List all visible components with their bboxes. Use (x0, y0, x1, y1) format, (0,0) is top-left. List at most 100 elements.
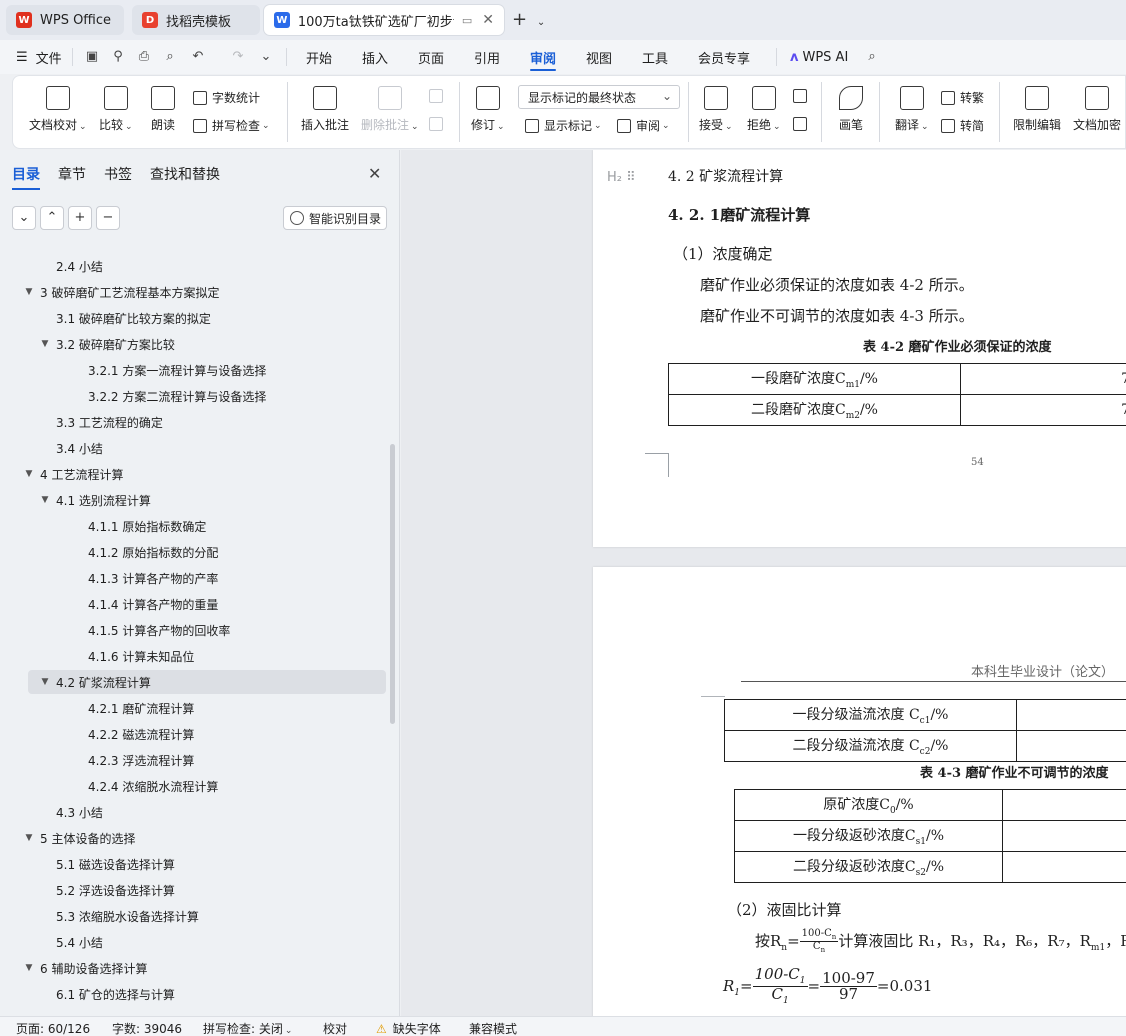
expand-triangle-icon[interactable]: ▼ (38, 339, 52, 349)
toc-item[interactable]: 4.2.2 磁选流程计算 (88, 722, 194, 746)
add-heading-button[interactable]: + (68, 206, 92, 230)
read-aloud-button[interactable]: 朗读 (151, 86, 175, 133)
new-tab-button[interactable]: + ⌄ (512, 9, 545, 30)
page-indicator[interactable]: 页面: 60/126 (16, 1020, 90, 1036)
print-icon[interactable]: ⎙ (136, 49, 152, 65)
toc-item[interactable]: 3.1 破碎磨矿比较方案的拟定 (56, 306, 211, 330)
review-pane-button[interactable]: 审阅 ⌄ (617, 117, 670, 134)
wps-ai-button[interactable]: ᴧ WPS AI (790, 40, 848, 74)
toc-item[interactable]: ▼ 6 辅助设备选择计算 (22, 956, 148, 980)
print-preview-icon[interactable]: ⌕ (162, 49, 178, 65)
toc-item[interactable]: ▼ 4.1 选别流程计算 (38, 488, 151, 512)
next-change-icon[interactable] (793, 117, 812, 131)
expand-triangle-icon[interactable]: ▼ (22, 833, 36, 843)
toc-item[interactable]: 4.1.3 计算各产物的产率 (88, 566, 218, 590)
expand-triangle-icon[interactable]: ▼ (38, 495, 52, 505)
tab-wps-office[interactable]: W WPS Office (6, 5, 124, 35)
show-markup-button[interactable]: 显示标记 ⌄ (525, 117, 602, 134)
word-count[interactable]: 字数: 39046 (112, 1020, 182, 1036)
toc-item[interactable]: 2.4 小结 (56, 254, 103, 278)
restrict-edit-button[interactable]: 限制编辑 (1013, 86, 1061, 133)
save-icon[interactable]: ▣ (84, 49, 100, 65)
tab-docer-templates[interactable]: D 找稻壳模板 (132, 5, 260, 35)
missing-font-status[interactable]: ⚠ 缺失字体 (376, 1020, 441, 1036)
toc-item[interactable]: ▼ 3 破碎磨矿工艺流程基本方案拟定 (22, 280, 220, 304)
menu-view[interactable]: 视图 (586, 40, 612, 74)
reject-button[interactable]: 拒绝 ⌄ (747, 86, 781, 133)
toc-item[interactable]: 3.2.2 方案二流程计算与设备选择 (88, 384, 266, 408)
toc-item[interactable]: 4.1.1 原始指标数确定 (88, 514, 206, 538)
accept-button[interactable]: 接受 ⌄ (699, 86, 733, 133)
toc-item[interactable]: 3.2.1 方案一流程计算与设备选择 (88, 358, 266, 382)
undo-icon[interactable]: ↶ (190, 49, 206, 65)
to-simplified-button[interactable]: 转简 (941, 117, 984, 134)
toc-item[interactable]: ▼ 3.2 破碎磨矿方案比较 (38, 332, 175, 356)
tab-find-replace[interactable]: 查找和替换 (150, 164, 220, 184)
proofread-button[interactable]: 文档校对 ⌄ (29, 86, 87, 133)
menu-insert[interactable]: 插入 (362, 40, 388, 74)
toc-item[interactable]: 4.3 小结 (56, 800, 103, 824)
menu-page[interactable]: 页面 (418, 40, 444, 74)
ink-button[interactable]: 画笔 (839, 86, 863, 133)
next-comment-icon[interactable] (429, 117, 448, 131)
document-canvas[interactable]: H₂ ⠿ 4. 2 矿浆流程计算 4. 2. 1磨矿流程计算 （1）浓度确定 磨… (401, 150, 1126, 1016)
to-traditional-button[interactable]: 转繁 (941, 89, 984, 106)
menu-member[interactable]: 会员专享 (698, 40, 750, 74)
remove-heading-button[interactable]: − (96, 206, 120, 230)
tab-toc[interactable]: 目录 (12, 164, 40, 190)
close-icon[interactable]: ✕ (368, 164, 381, 183)
file-menu[interactable]: ☰ 文件 (16, 40, 62, 74)
expand-triangle-icon[interactable]: ▼ (38, 677, 52, 687)
compare-button[interactable]: 比较 ⌄ (99, 86, 133, 133)
track-changes-button[interactable]: 修订 ⌄ (471, 86, 505, 133)
toc-item[interactable]: ▼ 4 工艺流程计算 (22, 462, 124, 486)
toc-item[interactable]: 4.1.5 计算各产物的回收率 (88, 618, 230, 642)
accept-icon (703, 86, 728, 110)
toc-item[interactable]: 6.1 矿仓的选择与计算 (56, 982, 175, 1006)
expand-triangle-icon[interactable]: ▼ (22, 963, 36, 973)
insert-comment-button[interactable]: 插入批注 (301, 86, 349, 133)
smart-toc-button[interactable]: 智能识别目录 (283, 206, 387, 230)
toc-item[interactable]: 4.2.4 浓缩脱水流程计算 (88, 774, 218, 798)
search-icon[interactable]: ⌕ (864, 49, 880, 65)
toc-item[interactable]: 5.3 浓缩脱水设备选择计算 (56, 904, 199, 928)
spell-check-button[interactable]: 拼写检查 ⌄ (193, 117, 270, 134)
share-icon[interactable]: ⚲ (110, 49, 126, 65)
expand-triangle-icon[interactable]: ▼ (22, 469, 36, 479)
chevron-down-icon[interactable]: ⌄ (258, 49, 274, 65)
markup-state-select[interactable]: 显示标记的最终状态 ⌄ (518, 85, 680, 109)
collapse-up-button[interactable]: ⌃ (40, 206, 64, 230)
menu-tools[interactable]: 工具 (642, 40, 668, 74)
toc-item[interactable]: 4.1.2 原始指标数的分配 (88, 540, 218, 564)
proof-status[interactable]: 校对 (323, 1020, 347, 1036)
prev-comment-icon[interactable] (429, 89, 448, 103)
menu-start[interactable]: 开始 (306, 40, 332, 74)
toc-item[interactable]: 4.2.3 浮选流程计算 (88, 748, 194, 772)
translate-button[interactable]: 翻译 ⌄ (895, 86, 929, 133)
toc-item[interactable]: 3.4 小结 (56, 436, 103, 460)
menu-review[interactable]: 审阅 (530, 40, 557, 74)
tab-document[interactable]: W 100万ta钛铁矿选矿厂初步设计 ▭ ✕ (264, 5, 504, 35)
toc-item[interactable]: ▼ 5 主体设备的选择 (22, 826, 136, 850)
toc-item[interactable]: ▼ 4.2 矿浆流程计算 (38, 670, 151, 694)
toc-item[interactable]: 4.2.1 磨矿流程计算 (88, 696, 194, 720)
delete-comment-button[interactable]: 删除批注 ⌄ (361, 86, 419, 133)
tab-bookmarks[interactable]: 书签 (104, 164, 132, 184)
close-tab-icon[interactable]: ✕ (482, 12, 494, 28)
expand-triangle-icon[interactable]: ▼ (22, 287, 36, 297)
expand-down-button[interactable]: ⌄ (12, 206, 36, 230)
encrypt-button[interactable]: 文档加密 (1073, 86, 1121, 133)
toc-item[interactable]: 5.4 小结 (56, 930, 103, 954)
menu-reference[interactable]: 引用 (474, 40, 500, 74)
toc-item[interactable]: 4.1.4 计算各产物的重量 (88, 592, 218, 616)
toc-item[interactable]: 3.3 工艺流程的确定 (56, 410, 163, 434)
tab-sections[interactable]: 章节 (58, 164, 86, 184)
toc-item[interactable]: 4.1.6 计算未知品位 (88, 644, 194, 668)
toc-item[interactable]: 5.1 磁选设备选择计算 (56, 852, 175, 876)
prev-change-icon[interactable] (793, 89, 812, 103)
spell-check-status[interactable]: 拼写检查: 关闭 ⌄ (203, 1020, 292, 1036)
scrollbar[interactable] (390, 444, 395, 724)
redo-icon[interactable]: ↷ (230, 49, 246, 65)
word-count-button[interactable]: 字数统计 (193, 89, 260, 106)
toc-item[interactable]: 5.2 浮选设备选择计算 (56, 878, 175, 902)
